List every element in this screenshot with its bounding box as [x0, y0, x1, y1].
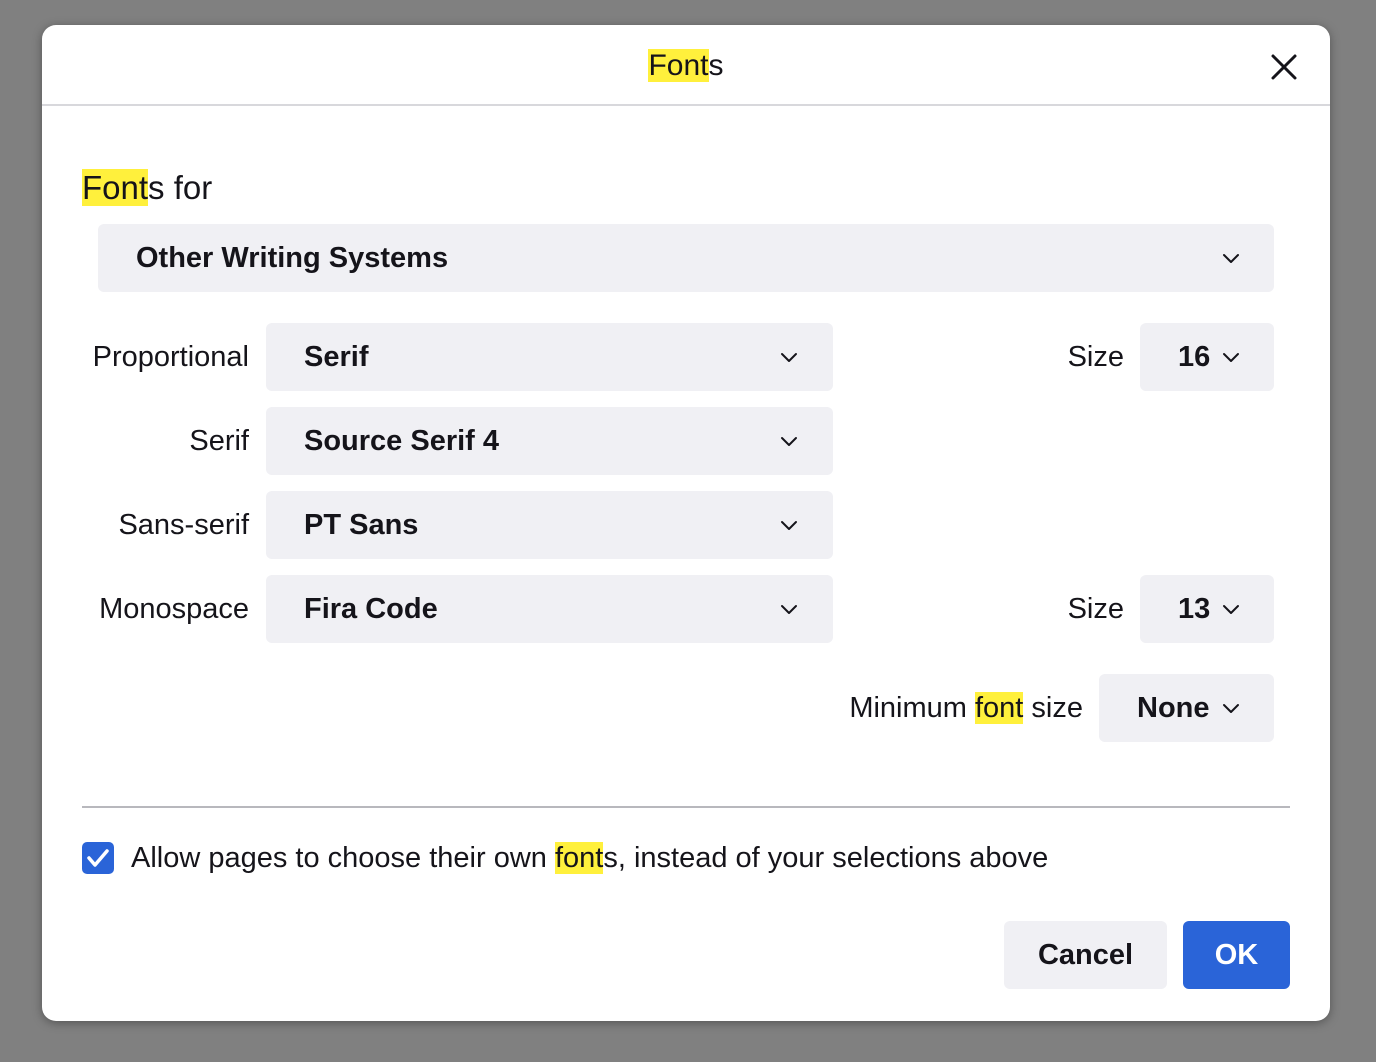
proportional-select-value: Serif: [304, 341, 369, 373]
allow-label-after: s, instead of your selections above: [603, 842, 1049, 874]
serif-select[interactable]: Source Serif 4: [266, 407, 833, 475]
allow-pages-fonts-label[interactable]: Allow pages to choose their own fonts, i…: [131, 838, 1048, 878]
chevron-down-icon: [781, 605, 797, 614]
chevron-down-icon: [1223, 605, 1239, 614]
fonts-for-heading: Fonts for: [82, 168, 212, 208]
close-button[interactable]: [1266, 49, 1302, 85]
minimum-font-size-label: Minimum font size: [742, 674, 1083, 742]
section-divider: [82, 806, 1290, 808]
language-select-value: Other Writing Systems: [136, 242, 449, 274]
language-select[interactable]: Other Writing Systems: [98, 224, 1274, 292]
minimum-font-size-select[interactable]: None: [1099, 674, 1274, 742]
dialog-header: Fonts: [42, 25, 1330, 106]
sans-serif-select-value: PT Sans: [304, 509, 419, 541]
monospace-label: Monospace: [99, 593, 249, 625]
dialog-title: Fonts: [42, 47, 1330, 85]
proportional-size-value: 16: [1178, 341, 1211, 373]
allow-label-highlight: font: [554, 842, 604, 874]
serif-label: Serif: [189, 425, 249, 457]
proportional-size-select[interactable]: 16: [1140, 323, 1274, 391]
chevron-down-icon: [781, 437, 797, 446]
fonts-dialog: Fonts Fonts for Other Writing Systems Pr…: [42, 25, 1330, 1021]
title-highlight: Font: [648, 49, 709, 82]
minimum-label-highlight: font: [974, 692, 1024, 724]
monospace-size-label: Size: [1067, 593, 1124, 625]
minimum-label-after: size: [1023, 692, 1083, 724]
chevron-down-icon: [1223, 254, 1239, 263]
title-rest: s: [708, 49, 724, 82]
minimum-font-size-value: None: [1137, 692, 1210, 724]
monospace-size-select[interactable]: 13: [1140, 575, 1274, 643]
proportional-size-label: Size: [1067, 341, 1124, 373]
cancel-button[interactable]: Cancel: [1004, 921, 1167, 989]
fonts-for-highlight: Font: [82, 169, 149, 206]
chevron-down-icon: [781, 353, 797, 362]
ok-button[interactable]: OK: [1183, 921, 1290, 989]
serif-select-value: Source Serif 4: [304, 425, 500, 457]
monospace-select[interactable]: Fira Code: [266, 575, 833, 643]
chevron-down-icon: [1223, 704, 1239, 713]
allow-pages-fonts-checkbox[interactable]: [82, 842, 114, 874]
chevron-down-icon: [781, 521, 797, 530]
fonts-for-rest: s for: [148, 169, 213, 206]
proportional-label: Proportional: [92, 341, 249, 373]
close-icon: [1271, 54, 1297, 80]
checkmark-icon: [87, 849, 109, 867]
proportional-select[interactable]: Serif: [266, 323, 833, 391]
chevron-down-icon: [1223, 353, 1239, 362]
sans-serif-label: Sans-serif: [118, 509, 249, 541]
allow-label-before: Allow pages to choose their own: [131, 842, 555, 874]
monospace-size-value: 13: [1178, 593, 1211, 625]
minimum-label-before: Minimum: [849, 692, 975, 724]
monospace-select-value: Fira Code: [304, 593, 438, 625]
sans-serif-select[interactable]: PT Sans: [266, 491, 833, 559]
